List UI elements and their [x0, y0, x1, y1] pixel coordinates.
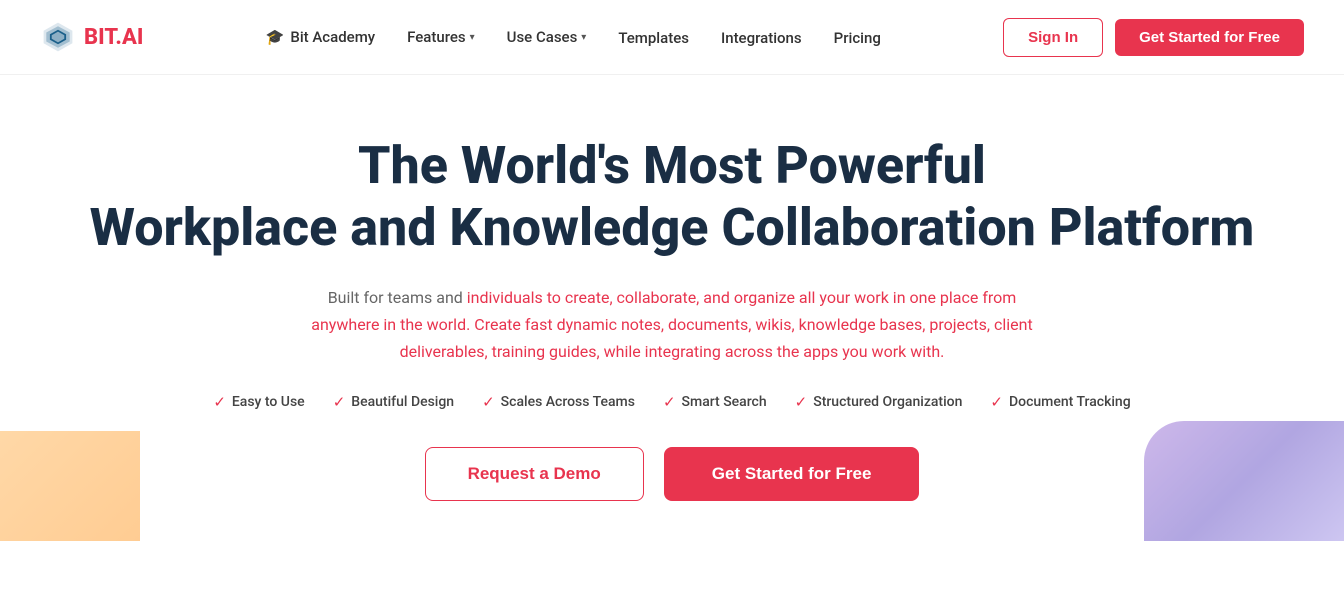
- get-started-nav-button[interactable]: Get Started for Free: [1115, 19, 1304, 56]
- check-icon-2: ✓: [333, 393, 346, 411]
- deco-bottom-left: [0, 431, 140, 541]
- nav-pricing[interactable]: Pricing: [834, 29, 881, 47]
- feature-smart-search: ✓ Smart Search: [663, 393, 767, 411]
- hero-actions: Request a Demo Get Started for Free: [40, 447, 1304, 501]
- deco-rect-right: [1144, 421, 1344, 541]
- feature-structured-organization: ✓ Structured Organization: [795, 393, 963, 411]
- feature-document-tracking: ✓ Document Tracking: [990, 393, 1130, 411]
- signin-button[interactable]: Sign In: [1003, 18, 1103, 57]
- check-icon-3: ✓: [482, 393, 495, 411]
- logo-icon: [40, 19, 76, 55]
- check-icon-4: ✓: [663, 393, 676, 411]
- get-started-cta-button[interactable]: Get Started for Free: [664, 447, 920, 501]
- logo[interactable]: BIT.AI: [40, 19, 143, 55]
- feature-scales-across-teams: ✓ Scales Across Teams: [482, 393, 635, 411]
- check-icon-5: ✓: [795, 393, 808, 411]
- nav-actions: Sign In Get Started for Free: [1003, 18, 1304, 57]
- nav-templates[interactable]: Templates: [618, 29, 689, 47]
- nav-links: 🎓 Bit Academy Features ▾ Use Cases ▾ Tem…: [266, 28, 881, 47]
- check-icon-1: ✓: [213, 393, 226, 411]
- nav-use-cases[interactable]: Use Cases ▾: [507, 28, 587, 46]
- logo-text: BIT.AI: [84, 25, 143, 50]
- use-cases-chevron-icon: ▾: [581, 32, 586, 43]
- request-demo-button[interactable]: Request a Demo: [425, 447, 644, 501]
- check-icon-6: ✓: [990, 393, 1003, 411]
- features-list: ✓ Easy to Use ✓ Beautiful Design ✓ Scale…: [40, 393, 1304, 411]
- academy-icon: 🎓: [266, 28, 285, 46]
- hero-heading: The World's Most Powerful Workplace and …: [40, 135, 1304, 260]
- hero-link[interactable]: individuals to create, collaborate, and …: [311, 288, 1032, 361]
- hero-section: The World's Most Powerful Workplace and …: [0, 75, 1344, 541]
- feature-easy-to-use: ✓ Easy to Use: [213, 393, 304, 411]
- navbar: BIT.AI 🎓 Bit Academy Features ▾ Use Case…: [0, 0, 1344, 75]
- nav-integrations[interactable]: Integrations: [721, 29, 802, 47]
- hero-description: Built for teams and individuals to creat…: [302, 284, 1042, 366]
- feature-beautiful-design: ✓ Beautiful Design: [333, 393, 454, 411]
- nav-academy[interactable]: 🎓 Bit Academy: [266, 28, 375, 46]
- features-chevron-icon: ▾: [470, 32, 475, 43]
- deco-circle: [0, 431, 140, 541]
- deco-bottom-right: [1144, 421, 1344, 541]
- nav-features[interactable]: Features ▾: [407, 28, 475, 46]
